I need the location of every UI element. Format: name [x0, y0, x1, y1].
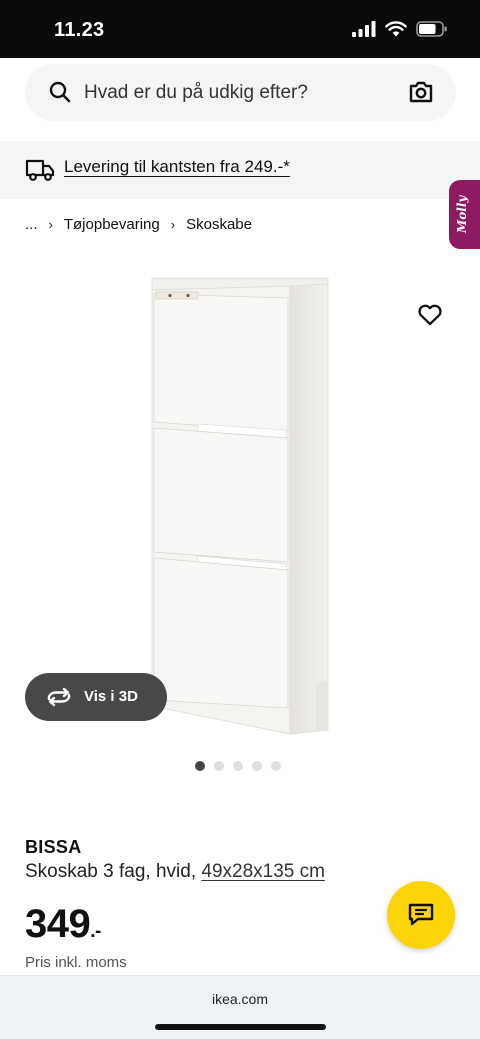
product-dimensions-link[interactable]: 49x28x135 cm — [201, 861, 325, 882]
chat-button[interactable] — [387, 881, 455, 949]
delivery-banner[interactable]: Levering til kantsten fra 249.-* — [0, 141, 480, 199]
status-time: 11.23 — [54, 19, 105, 41]
image-pager — [195, 761, 281, 771]
heart-icon[interactable] — [417, 303, 443, 327]
signal-icon — [352, 21, 376, 37]
search-input[interactable]: Hvad er du på udkig efter? — [25, 64, 456, 121]
breadcrumb-item-more[interactable]: ... — [25, 216, 38, 233]
product-description-text: Skoskab 3 fag, hvid, — [25, 861, 197, 882]
pager-dot[interactable] — [195, 761, 205, 771]
pager-dot[interactable] — [271, 761, 281, 771]
truck-icon — [25, 159, 55, 181]
breadcrumb: ... › Tøjopbevaring › Skoskabe — [25, 216, 252, 233]
status-bar: 11.23 — [0, 0, 480, 58]
browser-url-bar[interactable]: ikea.com — [0, 975, 480, 1039]
product-image[interactable] — [140, 272, 340, 742]
product-description: Skoskab 3 fag, hvid, 49x28x135 cm — [25, 861, 325, 883]
rotate-icon — [47, 687, 71, 707]
status-icons — [352, 21, 448, 37]
chevron-right-icon: › — [48, 217, 53, 232]
product-price: 349.- — [25, 902, 101, 954]
pager-dot[interactable] — [252, 761, 262, 771]
camera-icon[interactable] — [408, 80, 434, 104]
product-name: BISSA — [25, 837, 82, 857]
breadcrumb-item-shoe-cabinets[interactable]: Skoskabe — [186, 216, 252, 233]
chat-icon — [408, 903, 434, 926]
battery-icon — [416, 21, 447, 37]
wifi-icon — [385, 21, 407, 37]
search-icon — [49, 81, 71, 103]
breadcrumb-item-clothing-storage[interactable]: Tøjopbevaring — [64, 216, 160, 233]
molly-label: Molly — [455, 195, 469, 233]
pager-dot[interactable] — [214, 761, 224, 771]
view-3d-label: Vis i 3D — [84, 688, 138, 705]
search-placeholder: Hvad er du på udkig efter? — [84, 82, 308, 103]
molly-assistant-tab[interactable]: Molly — [449, 180, 480, 249]
view-3d-button[interactable]: Vis i 3D — [25, 673, 167, 721]
price-suffix: .- — [90, 921, 101, 942]
delivery-link[interactable]: Levering til kantsten fra 249.-* — [64, 157, 290, 177]
price-value: 349 — [25, 902, 91, 946]
pager-dot[interactable] — [233, 761, 243, 771]
price-note: Pris inkl. moms — [25, 954, 127, 971]
chevron-right-icon: › — [170, 217, 176, 232]
home-indicator[interactable] — [155, 1024, 326, 1030]
url-text: ikea.com — [211, 991, 269, 1007]
